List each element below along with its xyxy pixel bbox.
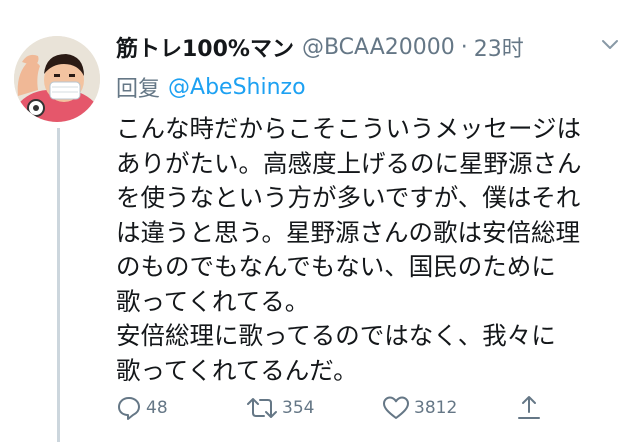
- tweet-header: 筋トレ100%マン @BCAA20000 · 23时: [116, 30, 624, 64]
- retweet-icon: [247, 398, 277, 418]
- share-button[interactable]: [516, 392, 542, 424]
- reply-label: 回复: [116, 77, 161, 102]
- tweet-text-line: こんな時だからこそこういうメッセージは: [116, 114, 582, 143]
- reply-target-link[interactable]: @AbeShinzo: [168, 75, 306, 100]
- display-name[interactable]: 筋トレ100%マン: [116, 31, 294, 63]
- header-separator: ·: [460, 34, 468, 60]
- tweet-time[interactable]: 23时: [474, 31, 524, 63]
- reply-count: 48: [146, 398, 168, 418]
- share-icon: [518, 396, 540, 419]
- reply-button[interactable]: 48: [116, 392, 168, 424]
- avatar[interactable]: [14, 36, 100, 122]
- tweet-text-line: を使うなという方が多いですが、僕はそれ: [116, 183, 581, 212]
- reply-icon: [118, 397, 140, 420]
- tweet-text-line: 歌ってくれてる。: [116, 286, 310, 316]
- tweet-text: こんな時だからこそこういうメッセージは ありがたい。高感度上げるのに星野源さん …: [116, 112, 636, 388]
- tweet-text-line: のものでもなんでもない、国民のために: [116, 252, 556, 281]
- user-handle[interactable]: @BCAA20000: [302, 35, 455, 60]
- avatar-image: [14, 36, 100, 122]
- heart-icon: [383, 396, 409, 419]
- retweet-count: 354: [282, 398, 315, 418]
- chevron-down-icon[interactable]: [600, 38, 620, 52]
- tweet-text-line: ありがたい。高感度上げるのに星野源さん: [116, 148, 582, 178]
- like-count: 3812: [414, 398, 458, 418]
- retweet-button[interactable]: 354: [246, 392, 314, 424]
- tweet-text-line: 歌ってくれてるんだ。: [116, 355, 358, 385]
- reply-context: 回复 @AbeShinzo: [116, 72, 306, 103]
- thread-connector-line: [57, 128, 60, 442]
- tweet-text-line: 安倍総理に歌ってるのではなく、我々に: [116, 321, 556, 350]
- tweet-text-line: は違うと思う。星野源さんの歌は安倍総理: [116, 217, 581, 247]
- like-button[interactable]: 3812: [382, 392, 457, 424]
- tweet-actions: 48 354 3812: [116, 392, 556, 424]
